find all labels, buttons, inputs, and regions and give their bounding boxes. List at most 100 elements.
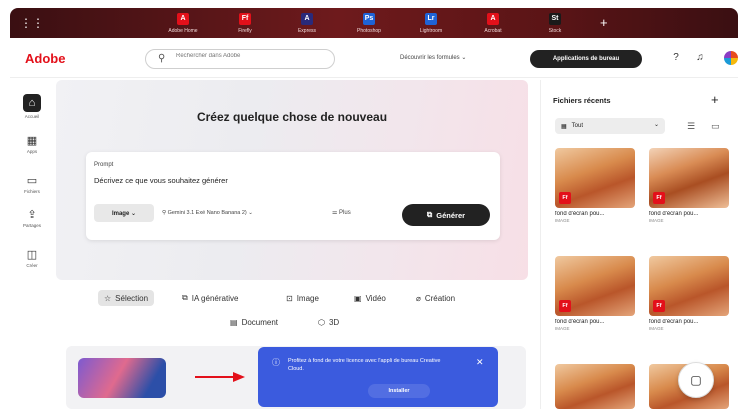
add-app-icon[interactable]: + xyxy=(600,15,608,30)
file-name: fond d'écran pou... xyxy=(555,211,605,217)
firefly-badge-icon: Ff xyxy=(559,300,571,312)
add-file-icon[interactable]: + xyxy=(711,92,719,107)
file-name: fond d'écran pou... xyxy=(649,319,699,325)
generate-button[interactable]: ⧉ Générer xyxy=(402,204,490,226)
rail-item-apps[interactable]: ▦ Apps xyxy=(10,134,54,154)
grid-icon: ▦ xyxy=(561,123,567,130)
rail-item-partages[interactable]: ⇪ Partages xyxy=(10,208,54,228)
category-label: Vidéo xyxy=(365,293,386,303)
folder-view-icon[interactable]: ▭ xyxy=(711,121,720,132)
discover-plans-link[interactable]: Découvrir les formules ⌄ xyxy=(400,54,466,61)
file-type: IMAGE xyxy=(555,326,570,331)
settings-sliders-icon: ⚌ xyxy=(332,210,340,216)
app-label: Lightroom xyxy=(419,27,443,34)
recent-file-card[interactable]: Ff fond d'écran pou... IMAGE xyxy=(649,148,729,223)
category-label: Image xyxy=(296,293,319,303)
more-label: Plus xyxy=(339,210,351,216)
recent-file-card[interactable]: Ff fond d'écran pou... IMAGE xyxy=(649,256,729,331)
brush-icon: ⌀ xyxy=(416,293,421,303)
install-button[interactable]: Installer xyxy=(368,384,430,398)
chat-icon: ▢ xyxy=(690,373,702,387)
notifications-bell-icon[interactable]: ♫ xyxy=(694,52,706,64)
star-icon: ☆ xyxy=(104,293,112,303)
generate-icon: ⧉ xyxy=(426,210,433,219)
app-stock[interactable]: St Stock xyxy=(524,8,586,38)
close-icon[interactable]: ✕ xyxy=(476,357,484,368)
prompt-card: Prompt Décrivez ce que vous souhaitez gé… xyxy=(86,152,500,240)
file-type: IMAGE xyxy=(649,326,664,331)
search-input[interactable] xyxy=(176,53,326,59)
adobe-logo[interactable]: Adobe xyxy=(25,51,65,66)
recent-file-card[interactable]: Ff fond d'écran pou... IMAGE xyxy=(555,148,635,223)
category-tab[interactable]: ☆ Sélection xyxy=(98,290,155,306)
category-tab[interactable]: ⧉ IA générative xyxy=(182,290,238,306)
app-label: Photoshop xyxy=(357,27,381,34)
app-firefly[interactable]: Ff Firefly xyxy=(214,8,276,38)
more-settings-button[interactable]: ⚌ Plus xyxy=(332,209,351,216)
recent-files-title: Fichiers récents xyxy=(553,96,611,105)
featured-image xyxy=(78,358,166,398)
share-icon: ⇪ xyxy=(27,209,37,221)
file-thumbnail xyxy=(555,364,635,409)
rail-item-accueil[interactable]: ⌂ Accueil xyxy=(10,94,54,119)
filter-select[interactable]: ▦ Tout ⌄ xyxy=(555,118,665,134)
rail-item-fichiers[interactable]: ▭ Fichiers xyxy=(10,174,54,194)
help-icon[interactable]: ? xyxy=(670,52,682,64)
app-adobe-home[interactable]: A Adobe Home xyxy=(152,8,214,38)
model-select[interactable]: ⚲ Gemini 3.1 Exé Nano Banana 2) ⌄ xyxy=(162,210,253,216)
info-icon: ⓘ xyxy=(272,358,280,367)
file-type: IMAGE xyxy=(555,218,570,223)
app-acrobat[interactable]: A Acrobat xyxy=(462,8,524,38)
waffle-menu-icon[interactable]: ⋮⋮ xyxy=(20,16,44,30)
folder-icon: ▭ xyxy=(26,175,38,187)
file-type: IMAGE xyxy=(649,218,664,223)
app-photoshop[interactable]: Ps Photoshop xyxy=(338,8,400,38)
file-thumbnail: Ff xyxy=(649,148,729,208)
firefly-badge-icon: Ff xyxy=(559,192,571,204)
category-tab[interactable]: ⌀ Création xyxy=(416,290,455,306)
list-view-icon[interactable]: ☰ xyxy=(687,121,695,132)
file-name: fond d'écran pou... xyxy=(649,211,699,217)
adobe-home-icon: A xyxy=(177,12,189,25)
apps-icon: ▦ xyxy=(26,135,38,147)
app-lightroom[interactable]: Lr Lightroom xyxy=(400,8,462,38)
category-tab[interactable]: ⬡ 3D xyxy=(318,314,339,330)
firefly-badge-icon: Ff xyxy=(653,192,665,204)
type-select[interactable]: Image ⌄ xyxy=(94,204,154,222)
recent-file-card[interactable] xyxy=(555,364,635,409)
express-icon: A xyxy=(301,12,313,25)
chat-assistant-button[interactable]: ▢ xyxy=(678,362,714,398)
prompt-input[interactable]: Décrivez ce que vous souhaitez générer xyxy=(94,176,228,185)
avatar[interactable] xyxy=(724,51,738,65)
recent-file-card[interactable]: Ff fond d'écran pou... IMAGE xyxy=(555,256,635,331)
rail-label: Apps xyxy=(26,149,38,154)
rail-label: Créer xyxy=(26,263,38,268)
file-thumbnail: Ff xyxy=(555,256,635,316)
app-switcher-bar: ⋮⋮ A Adobe Home Ff Firefly A Express Ps Pho… xyxy=(10,8,738,38)
app-express[interactable]: A Express xyxy=(276,8,338,38)
app-label: Firefly xyxy=(238,27,252,34)
rail-item-créer[interactable]: ◫ Créer xyxy=(10,248,54,268)
rail-label: Accueil xyxy=(24,114,40,119)
header: Adobe ⚲ Découvrir les formules ⌄ Applica… xyxy=(10,38,738,78)
app-list: A Adobe Home Ff Firefly A Express Ps Photos… xyxy=(152,8,586,38)
app-label: Stock xyxy=(548,27,562,34)
search-bar[interactable]: ⚲ xyxy=(145,49,335,69)
annotation-arrow xyxy=(195,372,245,382)
app-label: Adobe Home xyxy=(168,27,198,34)
desktop-apps-button[interactable]: Applications de bureau xyxy=(530,50,642,68)
prompt-label: Prompt xyxy=(94,162,114,168)
category-label: 3D xyxy=(328,317,340,327)
category-tab[interactable]: ▤ Document xyxy=(230,314,278,330)
stock-icon: St xyxy=(549,12,561,25)
firefly-badge-icon: Ff xyxy=(653,300,665,312)
cube-icon: ⬡ xyxy=(318,317,325,327)
chevron-down-icon: ⌄ xyxy=(653,122,659,128)
photoshop-icon: Ps xyxy=(363,12,375,25)
rail-label: Partages xyxy=(22,223,41,228)
home-icon: ⌂ xyxy=(23,94,41,112)
category-label: Document xyxy=(241,317,279,327)
category-tab[interactable]: ▣ Vidéo xyxy=(354,290,386,306)
install-toast: ⓘ Profitez à fond de votre licence avec … xyxy=(258,347,498,407)
category-tab[interactable]: ⊡ Image xyxy=(286,290,319,306)
